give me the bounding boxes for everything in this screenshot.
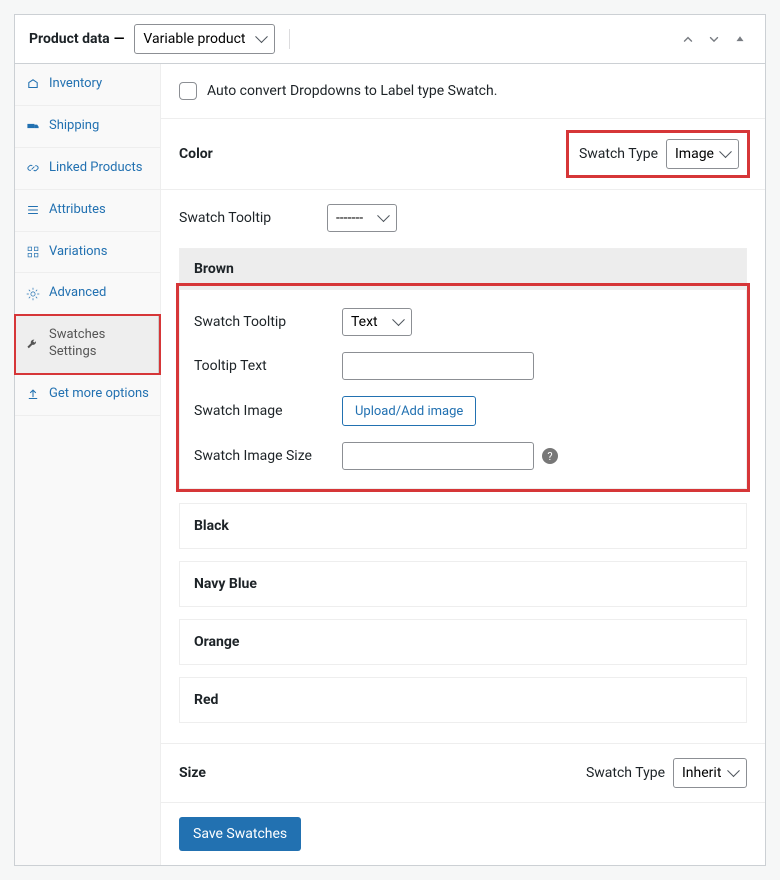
save-row: Save Swatches: [161, 803, 765, 865]
term-brown-body: Swatch Tooltip Text Tooltip Text Swatch …: [179, 289, 747, 489]
swatch-type-label: Swatch Type: [586, 765, 665, 781]
divider: [289, 29, 290, 49]
sidebar-item-label: Variations: [49, 244, 107, 261]
attribute-color-body: Swatch Tooltip ------- Brown Swatch Tool…: [161, 190, 765, 744]
sidebar-item-linked-products[interactable]: Linked Products: [15, 148, 160, 190]
sidebar-item-label: Attributes: [49, 202, 106, 219]
move-down-icon[interactable]: [703, 28, 725, 50]
term-brown-highlight: Swatch Tooltip Text Tooltip Text Swatch …: [179, 286, 747, 489]
help-icon[interactable]: ?: [542, 448, 558, 464]
sidebar-item-inventory[interactable]: Inventory: [15, 64, 160, 106]
auto-convert-label: Auto convert Dropdowns to Label type Swa…: [207, 83, 497, 99]
term-brown-header[interactable]: Brown: [179, 248, 747, 289]
panel-header: Product data — Variable product: [15, 15, 765, 64]
wrench-icon: [25, 336, 41, 352]
product-data-tabs: Inventory Shipping Linked Products Attri…: [15, 64, 161, 865]
sidebar-item-shipping[interactable]: Shipping: [15, 106, 160, 148]
term-navy-blue[interactable]: Navy Blue: [179, 561, 747, 607]
auto-convert-checkbox[interactable]: [179, 82, 197, 100]
term-name: Brown: [194, 261, 234, 277]
sidebar-item-label: Linked Products: [49, 160, 142, 177]
swatch-image-label: Swatch Image: [194, 403, 342, 419]
term-swatch-tooltip-select[interactable]: Text: [342, 308, 412, 336]
header-actions: [677, 28, 751, 50]
sidebar-item-label: Advanced: [49, 285, 106, 302]
panel-title: Product data: [29, 31, 110, 47]
sidebar-item-label: Inventory: [49, 76, 102, 93]
inventory-icon: [25, 76, 41, 92]
auto-convert-row: Auto convert Dropdowns to Label type Swa…: [161, 64, 765, 119]
attribute-size-header: Size Swatch Type Inherit: [161, 744, 765, 803]
term-red[interactable]: Red: [179, 677, 747, 723]
attribute-name: Size: [179, 765, 206, 781]
dash: —: [114, 31, 125, 47]
shipping-icon: [25, 118, 41, 134]
sidebar-item-advanced[interactable]: Advanced: [15, 273, 160, 315]
swatch-image-size-input[interactable]: [342, 442, 534, 470]
sidebar-item-label: Swatches Settings: [49, 327, 150, 361]
swatch-type-select-size[interactable]: Inherit: [673, 758, 747, 788]
share-icon: [25, 387, 41, 403]
swatches-settings-content: Auto convert Dropdowns to Label type Swa…: [161, 64, 765, 865]
sidebar-item-label: Shipping: [49, 118, 99, 135]
swatch-type-label: Swatch Type: [579, 146, 658, 162]
term-black[interactable]: Black: [179, 503, 747, 549]
product-type-select[interactable]: Variable product: [134, 24, 275, 54]
tooltip-text-label: Tooltip Text: [194, 358, 342, 374]
attributes-icon: [25, 202, 41, 218]
attr-swatch-tooltip-select[interactable]: -------: [327, 204, 397, 232]
sidebar-item-get-more-options[interactable]: Get more options: [15, 374, 160, 416]
advanced-icon: [25, 286, 41, 302]
swatch-type-select-color[interactable]: Image: [666, 139, 739, 169]
term-orange[interactable]: Orange: [179, 619, 747, 665]
sidebar-item-label: Get more options: [49, 386, 149, 403]
attribute-name: Color: [179, 146, 213, 162]
move-up-icon[interactable]: [677, 28, 699, 50]
attr-swatch-tooltip-label: Swatch Tooltip: [179, 210, 327, 226]
variations-icon: [25, 244, 41, 260]
swatch-image-size-label: Swatch Image Size: [194, 448, 342, 464]
save-swatches-button[interactable]: Save Swatches: [179, 817, 301, 851]
swatch-type-highlight: Swatch Type Image: [569, 133, 747, 175]
link-icon: [25, 160, 41, 176]
product-data-panel: Product data — Variable product Inventor…: [14, 14, 766, 866]
upload-image-button[interactable]: Upload/Add image: [342, 396, 476, 426]
sidebar-item-swatches-settings[interactable]: Swatches Settings: [15, 315, 160, 374]
tooltip-text-input[interactable]: [342, 352, 534, 380]
term-swatch-tooltip-label: Swatch Tooltip: [194, 314, 342, 330]
collapse-toggle-icon[interactable]: [729, 28, 751, 50]
sidebar-item-attributes[interactable]: Attributes: [15, 190, 160, 232]
sidebar-item-variations[interactable]: Variations: [15, 232, 160, 274]
attribute-color-header: Color Swatch Type Image: [161, 119, 765, 190]
